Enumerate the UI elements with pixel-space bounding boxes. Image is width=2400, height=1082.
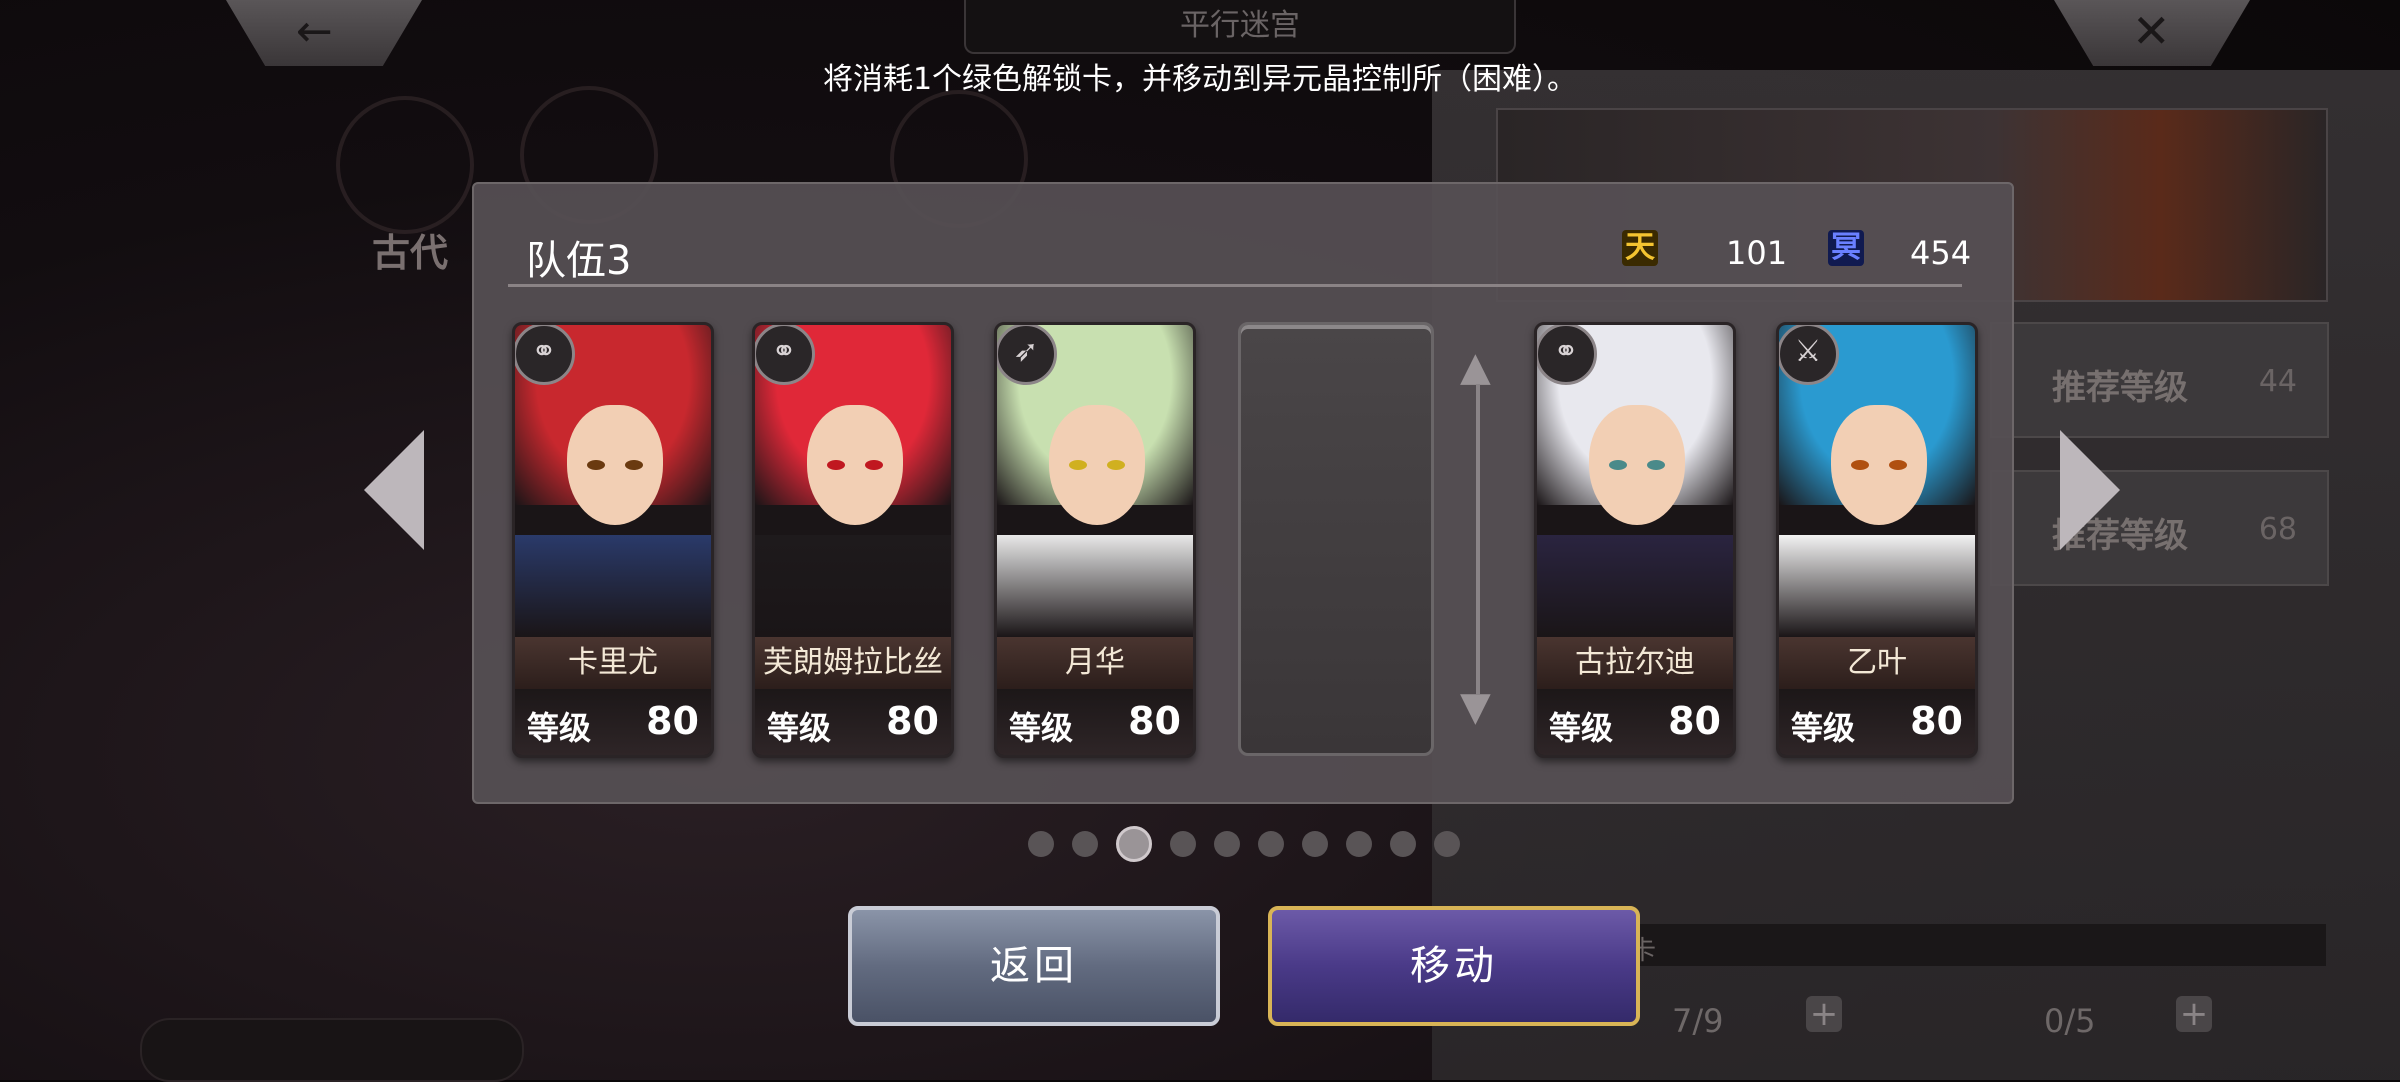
page-dot[interactable] [1116,826,1152,862]
member-level: 80 [646,699,699,743]
underworld-stat-icon: 冥 [1828,230,1864,266]
member-name: 古拉尔迪 [1537,637,1733,689]
portrait-eye [1889,460,1907,470]
page-dot[interactable] [1170,831,1196,857]
portrait-face [1831,405,1927,525]
team-member-card[interactable]: ⚭ 芙朗姆拉比丝 等级 80 [752,322,954,758]
member-level: 80 [1668,699,1721,743]
member-level-bar: 等级 80 [1537,689,1733,755]
portrait-eye [1107,460,1125,470]
next-team-arrow[interactable] [2060,430,2120,550]
page-dot[interactable] [1346,831,1372,857]
team-name: 队伍3 [526,238,632,284]
level-label: 等级 [1549,709,1614,747]
team-dialog: 队伍3 天 101 冥 454 ⚭ 卡里尤 等级 80 ⚭ 芙朗姆拉比丝 等级 … [472,182,2014,804]
portrait-eye [1609,460,1627,470]
arrow-left-icon: ← [296,6,333,57]
level-label: 等级 [767,709,832,747]
portrait-face [807,405,903,525]
member-level: 80 [1910,699,1963,743]
staff-icon: ⚭ [755,325,815,385]
level-label: 等级 [1009,709,1074,747]
background-recommended-row: 推荐等级 44 [1990,322,2329,438]
portrait-face [1049,405,1145,525]
staff-icon: ⚭ [1537,325,1597,385]
empty-team-slot[interactable] [1238,322,1434,756]
member-level-bar: 等级 80 [997,689,1193,755]
portrait-eye [587,460,605,470]
portrait-eye [1851,460,1869,470]
portrait-eye [1069,460,1087,470]
member-level-bar: 等级 80 [755,689,951,755]
background-bottom-pill [140,1018,524,1082]
portrait-outfit [515,535,711,637]
page-dot[interactable] [1028,831,1054,857]
underworld-stat-value: 454 [1910,234,1972,272]
background-count: 0/5 [2044,1002,2096,1040]
team-member-card[interactable]: ⚭ 卡里尤 等级 80 [512,322,714,758]
background-count: 7/9 [1672,1002,1724,1040]
prev-team-arrow[interactable] [364,430,424,550]
member-name: 卡里尤 [515,637,711,689]
portrait-outfit [1779,535,1975,637]
member-level: 80 [886,699,939,743]
page-dot[interactable] [1302,831,1328,857]
portrait-outfit [1537,535,1733,637]
plus-icon: + [2176,996,2212,1032]
page-dot[interactable] [1072,831,1098,857]
level-label: 等级 [527,709,592,747]
background-tab-label: 古代 [372,231,449,275]
swap-divider-icon: ▲ ▼ [1460,344,1491,730]
sword-icon: ⚔ [1779,325,1839,385]
portrait-eye [625,460,643,470]
background-emblem [336,96,474,234]
member-level-bar: 等级 80 [515,689,711,755]
portrait-outfit [997,535,1193,637]
background-recommended-row: 推荐等级 68 [1990,470,2329,586]
move-notice: 将消耗1个绿色解锁卡，并移动到异元晶控制所（困难）。 [822,62,1578,97]
member-level: 80 [1128,699,1181,743]
team-member-card[interactable]: ⚔ 乙叶 等级 80 [1776,322,1978,758]
member-name: 芙朗姆拉比丝 [755,637,951,689]
portrait-eye [827,460,845,470]
screen-title: 平行迷宫 [964,0,1516,54]
team-page-indicator [1028,826,1478,862]
page-dot[interactable] [1258,831,1284,857]
team-member-card[interactable]: ➶ 月华 等级 80 [994,322,1196,758]
member-level-bar: 等级 80 [1779,689,1975,755]
bow-icon: ➶ [997,325,1057,385]
plus-icon: + [1806,996,1842,1032]
member-name: 月华 [997,637,1193,689]
member-name: 乙叶 [1779,637,1975,689]
portrait-eye [865,460,883,470]
team-member-card[interactable]: ⚭ 古拉尔迪 等级 80 [1534,322,1736,758]
return-button[interactable]: 返回 [848,906,1220,1026]
portrait-outfit [755,535,951,637]
page-dot[interactable] [1434,831,1460,857]
page-dot[interactable] [1390,831,1416,857]
portrait-face [567,405,663,525]
close-icon: ✕ [2132,4,2171,58]
portrait-face [1589,405,1685,525]
heaven-stat-icon: 天 [1622,230,1658,266]
divider [508,284,1962,287]
portrait-eye [1647,460,1665,470]
staff-icon: ⚭ [515,325,575,385]
page-dot[interactable] [1214,831,1240,857]
level-label: 等级 [1791,709,1856,747]
move-button[interactable]: 移动 [1268,906,1640,1026]
heaven-stat-value: 101 [1726,234,1788,272]
